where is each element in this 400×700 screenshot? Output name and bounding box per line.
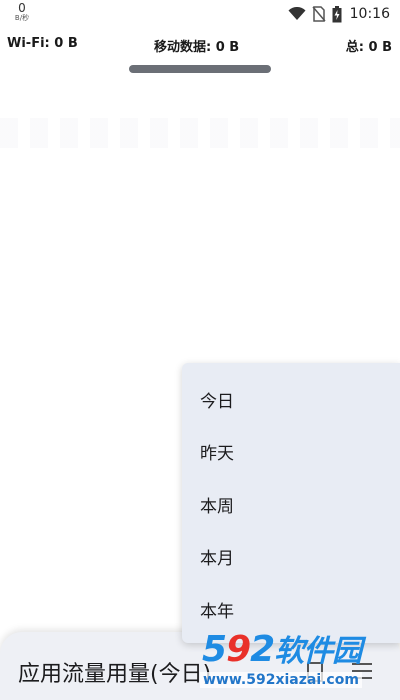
sheet-title: 应用流量用量(今日) [18,662,212,687]
watermark: 592软件园 www.592xiazai.com [196,626,400,700]
wifi-usage: Wi-Fi: 0 B [7,36,78,51]
watermark-logo: 592软件园 [202,629,362,670]
period-menu: 今日 昨天 本周 本月 本年 [182,363,400,643]
network-speed-value: 0 [18,1,26,15]
total-usage: 总: 0 B [345,40,392,55]
menu-item-today[interactable]: 今日 [182,373,400,425]
clock: 10:16 [349,6,390,22]
menu-item-yesterday[interactable]: 昨天 [182,425,400,477]
mobile-data-usage: 移动数据: 0 B [154,40,240,55]
battery-charging-icon [332,5,342,22]
screen: 0 B/秒 10:16 Wi-Fi: 0 B 移动数据: 0 B 总: 0 B [0,0,400,700]
status-bar: 0 B/秒 10:16 [0,0,400,28]
no-sim-icon [312,6,326,22]
watermark-url: www.592xiazai.com [200,672,362,688]
content-placeholder [0,118,400,148]
wifi-icon [288,7,306,20]
status-icons: 10:16 [288,4,390,24]
network-speed: 0 B/秒 [12,2,32,22]
menu-item-this-month[interactable]: 本月 [182,530,400,582]
network-speed-unit: B/秒 [14,14,30,22]
usage-summary: Wi-Fi: 0 B 移动数据: 0 B 总: 0 B [0,36,400,55]
menu-item-this-week[interactable]: 本周 [182,478,400,530]
drag-handle[interactable] [129,65,271,73]
